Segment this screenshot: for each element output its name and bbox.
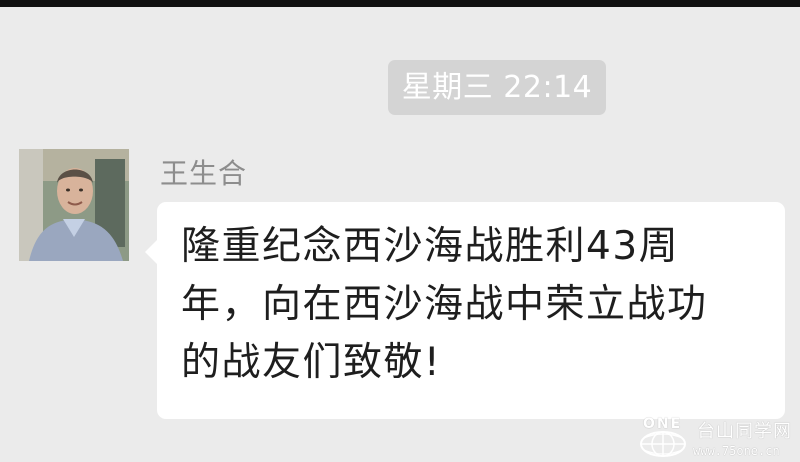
user-photo-icon (19, 149, 129, 261)
watermark-title: 台山同学网 (697, 421, 792, 442)
timestamp-chip: 星期三 22:14 (388, 60, 606, 115)
chat-area: 星期三 22:14 王生合 隆重纪念西沙海战胜利43周 年，向在西沙海战中荣立战… (0, 7, 800, 462)
sender-name: 王生合 (160, 157, 248, 190)
site-watermark: ONE 台山同学网 www.75one.cn (635, 416, 800, 462)
watermark-logo-text: ONE (643, 416, 683, 432)
watermark-url: www.75one.cn (693, 444, 780, 458)
message-line-2: 年，向在西沙海战中荣立战功 (181, 282, 708, 327)
message-bubble[interactable]: 隆重纪念西沙海战胜利43周 年，向在西沙海战中荣立战功 的战友们致敬! (157, 202, 785, 419)
top-status-bar (0, 0, 800, 7)
message-line-3: 的战友们致敬! (181, 340, 442, 385)
sender-avatar[interactable] (19, 149, 129, 261)
message-line-1: 隆重纪念西沙海战胜利43周 (181, 224, 680, 269)
